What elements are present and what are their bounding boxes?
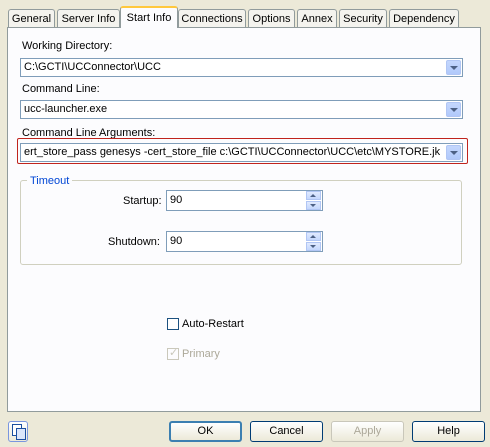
tab-options[interactable]: Options bbox=[248, 9, 295, 27]
command-line-value: ucc-launcher.exe bbox=[24, 103, 108, 115]
spin-up-icon[interactable] bbox=[306, 232, 321, 241]
primary-label: Primary bbox=[182, 348, 220, 360]
tab-dependency[interactable]: Dependency bbox=[389, 9, 459, 27]
shutdown-spinner[interactable]: 90 bbox=[166, 231, 323, 252]
apply-button: Apply bbox=[331, 421, 404, 442]
timeout-group-title: Timeout bbox=[27, 175, 73, 187]
command-line-combo[interactable]: ucc-launcher.exe bbox=[20, 100, 463, 119]
working-directory-combo[interactable]: C:\GCTI\UCConnector\UCC bbox=[20, 58, 463, 77]
tab-start-info[interactable]: Start Info bbox=[120, 6, 178, 28]
shutdown-value: 90 bbox=[170, 235, 183, 247]
primary-checkbox bbox=[167, 346, 179, 360]
command-line-label: Command Line: bbox=[22, 83, 100, 95]
help-button[interactable]: Help bbox=[412, 421, 485, 442]
startup-label: Startup: bbox=[123, 195, 162, 207]
tab-annex[interactable]: Annex bbox=[297, 9, 337, 27]
shutdown-label: Shutdown: bbox=[108, 236, 160, 248]
working-directory-value: C:\GCTI\UCConnector\UCC bbox=[24, 61, 161, 73]
tab-general[interactable]: General bbox=[8, 9, 55, 27]
spin-down-icon[interactable] bbox=[306, 201, 321, 210]
chevron-down-icon[interactable] bbox=[446, 102, 461, 117]
copy-button[interactable] bbox=[8, 421, 28, 442]
auto-restart-checkbox[interactable] bbox=[167, 318, 179, 330]
cancel-button[interactable]: Cancel bbox=[250, 421, 323, 442]
startup-value: 90 bbox=[170, 194, 183, 206]
copy-icon-front bbox=[16, 428, 26, 440]
spin-up-icon[interactable] bbox=[306, 191, 321, 200]
ok-button[interactable]: OK bbox=[169, 421, 242, 442]
spin-down-icon[interactable] bbox=[306, 242, 321, 251]
chevron-down-icon[interactable] bbox=[446, 60, 461, 75]
tab-security[interactable]: Security bbox=[339, 9, 387, 27]
highlight-box bbox=[17, 138, 468, 164]
auto-restart-label[interactable]: Auto-Restart bbox=[182, 318, 244, 330]
tab-server-info[interactable]: Server Info bbox=[57, 9, 120, 27]
working-directory-label: Working Directory: bbox=[22, 40, 113, 52]
startup-spinner[interactable]: 90 bbox=[166, 190, 323, 211]
tab-connections[interactable]: Connections bbox=[178, 9, 246, 27]
